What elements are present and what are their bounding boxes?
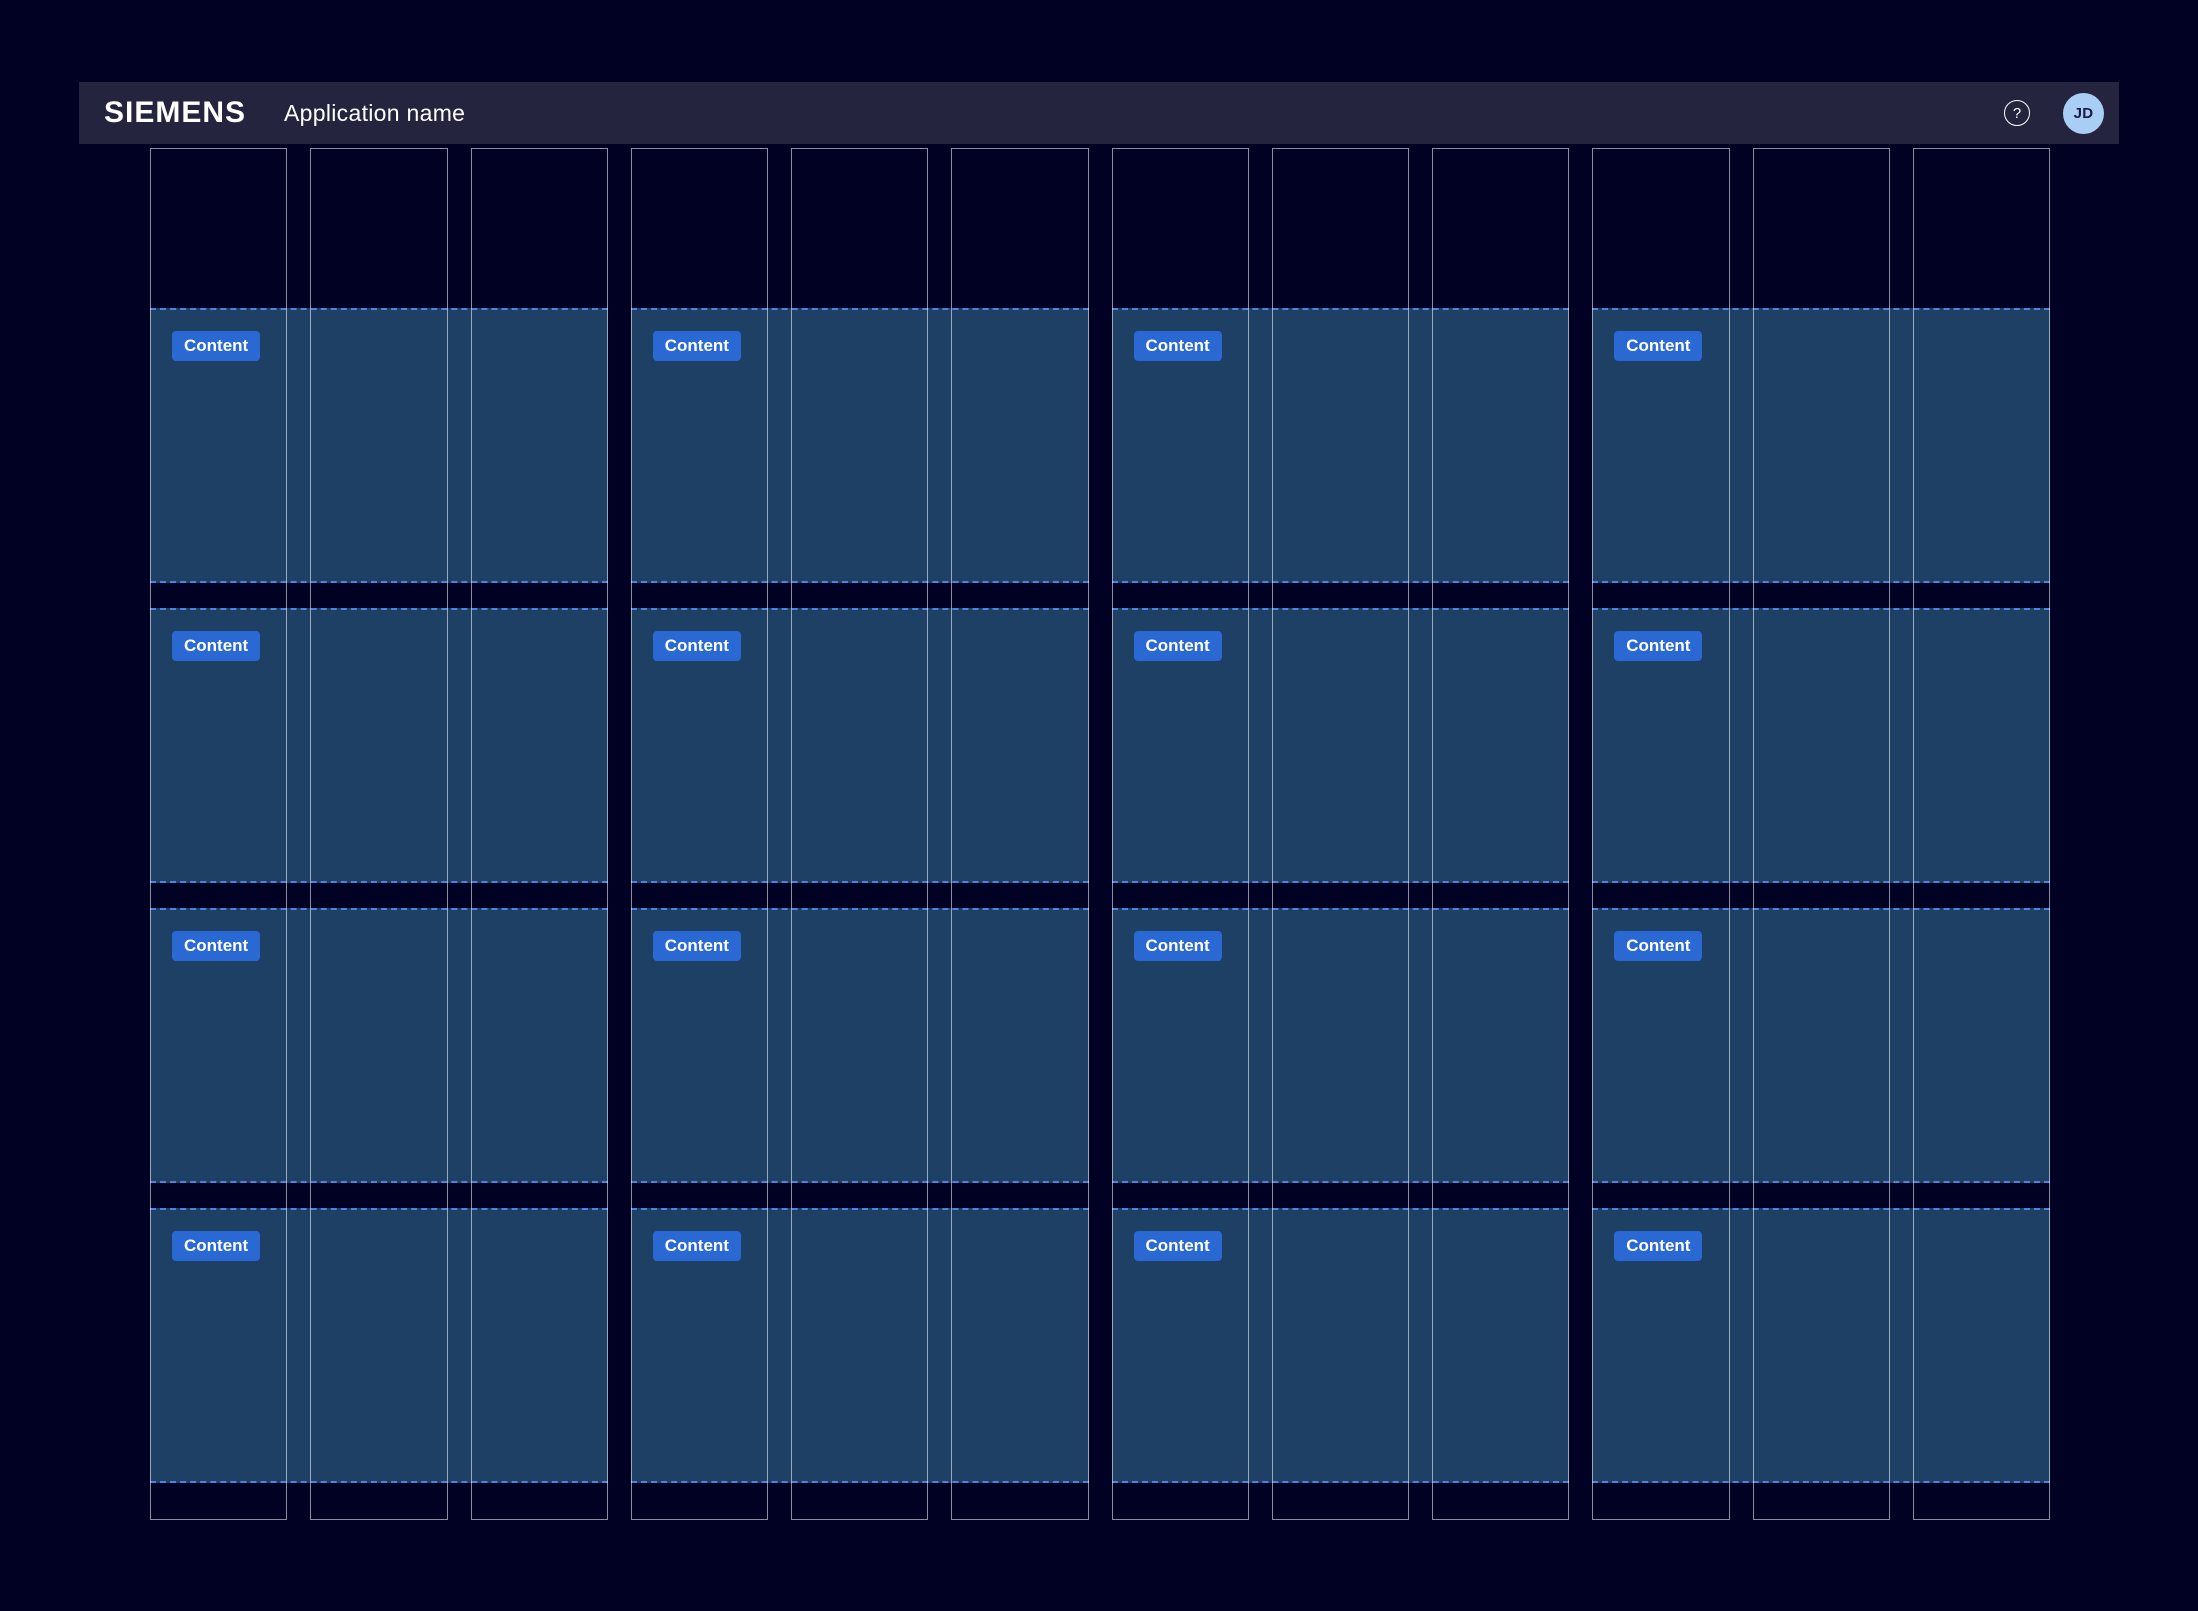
grid-column bbox=[631, 148, 768, 1520]
layout-grid: ContentContentContentContentContentConte… bbox=[150, 148, 2050, 1520]
grid-column-group: ContentContentContentContent bbox=[1592, 148, 2050, 1520]
grid-column-group: ContentContentContentContent bbox=[1112, 148, 1570, 1520]
grid-column bbox=[150, 148, 287, 1520]
grid-column bbox=[951, 148, 1088, 1520]
grid-column bbox=[471, 148, 608, 1520]
application-name: Application name bbox=[284, 100, 465, 127]
grid-column bbox=[310, 148, 447, 1520]
user-avatar[interactable]: JD bbox=[2063, 93, 2104, 134]
grid-column-group: ContentContentContentContent bbox=[631, 148, 1089, 1520]
grid-column bbox=[791, 148, 928, 1520]
question-mark-glyph: ? bbox=[2013, 105, 2021, 122]
avatar-initials: JD bbox=[2074, 105, 2094, 122]
grid-column bbox=[1592, 148, 1729, 1520]
siemens-logo: SIEMENS bbox=[104, 96, 246, 130]
page-background: { "header": { "logo": "SIEMENS", "app_na… bbox=[0, 0, 2198, 1611]
grid-column bbox=[1432, 148, 1569, 1520]
grid-column bbox=[1913, 148, 2050, 1520]
help-icon[interactable]: ? bbox=[2004, 100, 2030, 126]
grid-column-group: ContentContentContentContent bbox=[150, 148, 608, 1520]
grid-column bbox=[1753, 148, 1890, 1520]
grid-column bbox=[1272, 148, 1409, 1520]
app-header: SIEMENS Application name ? JD bbox=[79, 82, 2119, 144]
grid-column bbox=[1112, 148, 1249, 1520]
